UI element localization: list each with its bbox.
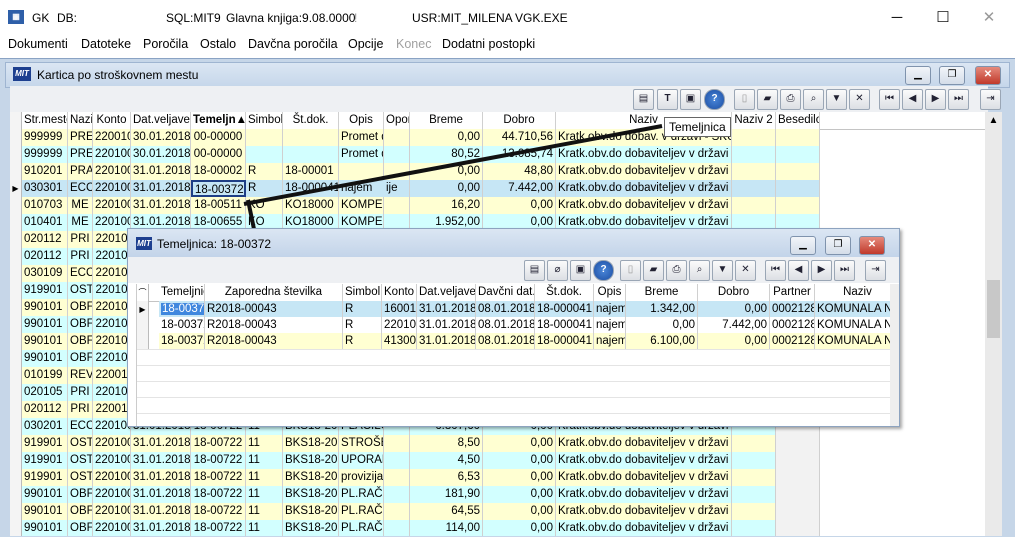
popup-table-cell[interactable]: 31.01.2018 (417, 333, 476, 349)
popup-table-row[interactable]: 18-00372R2018-00043R22010031.01.201808.0… (137, 317, 891, 334)
popup-table-cell[interactable]: 0,00 (698, 301, 770, 317)
empty-row-line (137, 397, 891, 398)
popup-table-cell[interactable]: najem (594, 333, 626, 349)
popup-prev-icon[interactable]: ◀ (788, 260, 809, 281)
popup-table-cell[interactable]: 7.442,00 (698, 317, 770, 333)
popup-filter-icon[interactable]: ▼ (712, 260, 733, 281)
popup-table-cell[interactable]: 6.100,00 (626, 333, 698, 349)
popup-restore-button[interactable]: ❐ (825, 236, 851, 255)
popup-report-icon[interactable]: ▤ (524, 260, 545, 281)
popup-table-cell[interactable]: 18-00372 (159, 301, 205, 317)
popup-table-cell[interactable]: 160010 (382, 301, 417, 317)
empty-row-line (137, 365, 891, 366)
selected-text[interactable]: 18-00372 (161, 303, 204, 315)
popup-table-cell[interactable]: R2018-00043 (205, 317, 343, 333)
popup-monitor-icon[interactable]: ▣ (570, 260, 591, 281)
popup-column-header[interactable]: Breme (626, 284, 698, 301)
popup-vertical-scrollbar[interactable] (890, 284, 899, 426)
popup-table-cell[interactable]: 18-000041 (535, 333, 594, 349)
popup-column-header[interactable]: Temeljnica (159, 284, 205, 301)
popup-grid[interactable]: ⌒ TemeljnicaZaporedna številkaSimbolKonto… (136, 284, 891, 426)
popup-table-cell[interactable]: 220100 (382, 317, 417, 333)
popup-column-header[interactable]: Dobro (698, 284, 770, 301)
popup-column-header[interactable]: Dat.veljave (417, 284, 476, 301)
empty-row-line (137, 413, 891, 414)
popup-table-cell[interactable]: R2018-00043 (205, 333, 343, 349)
popup-column-header[interactable]: Konto (382, 284, 417, 301)
row-selector[interactable] (137, 317, 149, 333)
popup-table-row[interactable]: ▶ 18-00372R2018-00043R16001031.01.201808.… (137, 301, 891, 318)
popup-table-cell[interactable]: 0002128 (770, 301, 815, 317)
popup-column-header[interactable]: Št.dok. (535, 284, 594, 301)
popup-table-cell[interactable]: R2018-00043 (205, 301, 343, 317)
popup-table-cell[interactable]: 18-00372 (159, 333, 205, 349)
popup-table-cell[interactable]: najem (594, 301, 626, 317)
row-selector-header: ⌒ (137, 284, 149, 301)
attach-icon[interactable]: ⌀ (547, 260, 568, 281)
popup-column-header[interactable]: Simbol (343, 284, 382, 301)
popup-close-button[interactable]: ✕ (859, 236, 885, 255)
empty-row-line (137, 349, 891, 350)
popup-column-header[interactable]: Naziv (815, 284, 891, 301)
popup-first-icon[interactable]: ⏮ (765, 260, 786, 281)
popup-table-cell[interactable]: 31.01.2018 (417, 301, 476, 317)
popup-table-cell[interactable]: 413000 (382, 333, 417, 349)
popup-last-icon[interactable]: ⏭ (834, 260, 855, 281)
popup-column-header[interactable]: Opis (594, 284, 626, 301)
popup-column-header[interactable]: Partner (770, 284, 815, 301)
popup-title: Temeljnica: 18-00372 (157, 237, 272, 251)
popup-table-cell[interactable]: 0,00 (626, 317, 698, 333)
popup-table-cell[interactable]: R (343, 317, 382, 333)
popup-table-cell[interactable]: 08.01.2018 (476, 301, 535, 317)
popup-table-cell[interactable]: 0002128 (770, 333, 815, 349)
popup-logo-icon: MIT (136, 237, 152, 250)
popup-table-cell[interactable]: R (343, 333, 382, 349)
popup-search-icon[interactable]: ⌕ (689, 260, 710, 281)
popup-table-cell[interactable]: 18-00372 (159, 317, 205, 333)
popup-folder-icon[interactable]: ▰ (643, 260, 664, 281)
popup-table-cell[interactable]: KOMUNALA NO (815, 301, 891, 317)
popup-minimize-button[interactable]: ▁ (790, 236, 816, 255)
popup-table-cell[interactable]: 1.342,00 (626, 301, 698, 317)
popup-grid-header: ⌒ TemeljnicaZaporedna številkaSimbolKonto… (137, 284, 891, 302)
popup-table-row[interactable]: 18-00372R2018-00043R41300031.01.201808.0… (137, 333, 891, 350)
popup-page-icon[interactable]: ▯ (620, 260, 641, 281)
popup-help-icon[interactable]: ? (593, 260, 614, 281)
temeljnica-popup: MIT Temeljnica: 18-00372 ▁ ❐ ✕ ▤ ⌀ ▣ ? ▯… (127, 228, 900, 427)
popup-table-cell[interactable]: 08.01.2018 (476, 333, 535, 349)
popup-column-header[interactable]: Zaporedna številka (205, 284, 343, 301)
popup-column-header[interactable]: Davčni dat. (476, 284, 535, 301)
popup-table-cell[interactable]: 0,00 (698, 333, 770, 349)
popup-toolbar: ▤ ⌀ ▣ ? ▯ ▰ ⎙ ⌕ ▼ ✕ ⏮ ◀ ▶ ⏭ ⇥ (128, 257, 899, 283)
popup-table-cell[interactable]: KOMUNALA NO (815, 317, 891, 333)
popup-table-cell[interactable]: R (343, 301, 382, 317)
popup-table-cell[interactable]: 18-000041 (535, 301, 594, 317)
popup-table-cell[interactable]: 31.01.2018 (417, 317, 476, 333)
popup-exit-icon[interactable]: ⇥ (865, 260, 886, 281)
popup-table-cell[interactable]: KOMUNALA NO (815, 333, 891, 349)
popup-next-icon[interactable]: ▶ (811, 260, 832, 281)
tooltip: Temeljnica (664, 117, 731, 137)
empty-row-line (137, 381, 891, 382)
popup-titlebar: MIT Temeljnica: 18-00372 ▁ ❐ ✕ (128, 229, 899, 257)
row-selector[interactable] (137, 333, 149, 349)
popup-print-icon[interactable]: ⎙ (666, 260, 687, 281)
popup-table-cell[interactable]: 18-000041 (535, 317, 594, 333)
popup-clear-filter-icon[interactable]: ✕ (735, 260, 756, 281)
current-row-arrow-icon[interactable]: ▶ (137, 301, 149, 317)
popup-table-cell[interactable]: 08.01.2018 (476, 317, 535, 333)
popup-table-cell[interactable]: 0002128 (770, 317, 815, 333)
popup-table-cell[interactable]: najem (594, 317, 626, 333)
